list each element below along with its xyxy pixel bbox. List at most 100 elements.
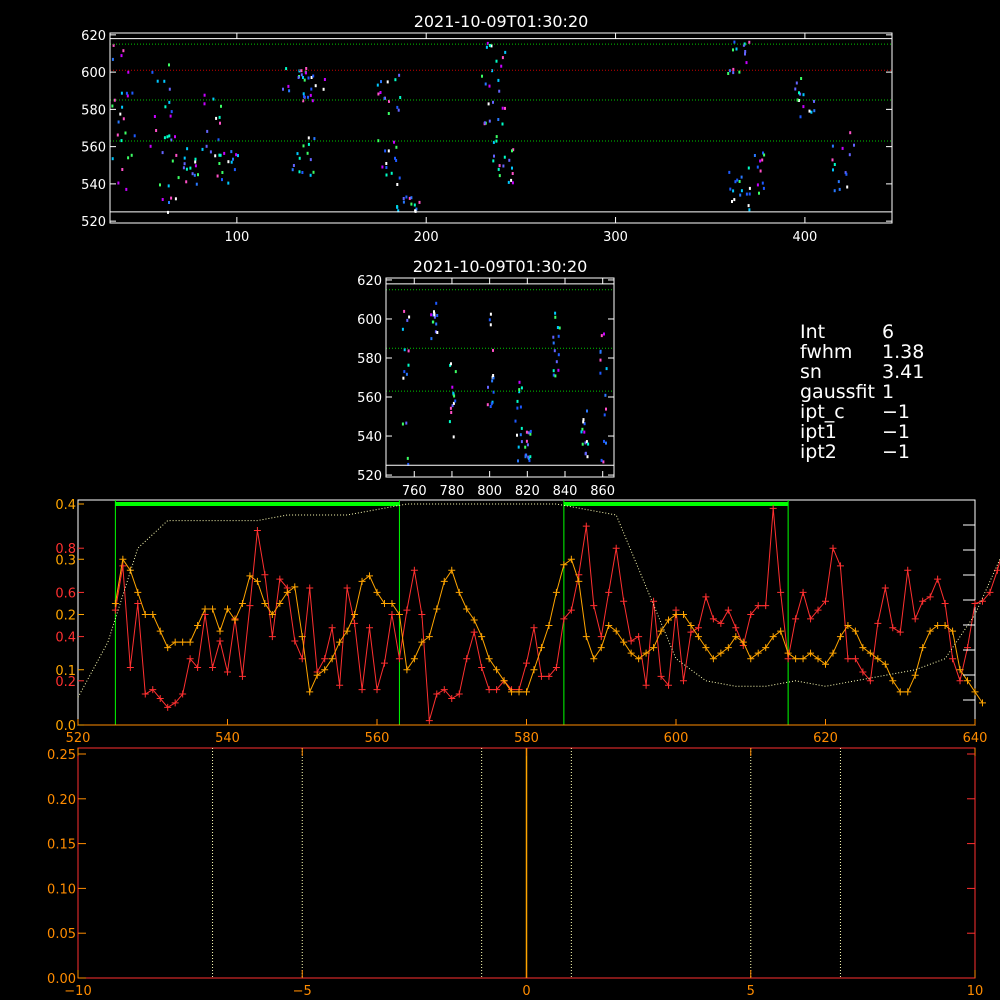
top-speckle-point: [733, 40, 736, 44]
series-1-point: [575, 577, 583, 585]
top-speckle-point: [740, 189, 743, 193]
mid-speckle-point: [406, 318, 409, 322]
mid-speckle-point: [586, 409, 588, 413]
info-value: 3.41: [882, 361, 925, 383]
top-speckle-point: [738, 180, 741, 183]
series-0-point: [336, 681, 344, 689]
top-speckle-point: [174, 197, 177, 201]
mid-speckle-point: [529, 455, 532, 459]
mid-x-tick-label: 780: [440, 484, 465, 499]
series-1-point: [552, 588, 560, 596]
mid-speckle-point: [516, 433, 518, 437]
top-speckle-point: [194, 160, 197, 164]
mid-speckle-point: [435, 322, 438, 326]
series-1-point: [478, 633, 486, 641]
top-speckle-point: [227, 160, 230, 164]
mid-speckle-point: [603, 332, 605, 336]
top-speckle-point: [170, 196, 173, 200]
top-speckle-point: [748, 208, 751, 212]
bottom-y-tick-label: 0.05: [47, 927, 76, 942]
top-speckle-point: [195, 182, 198, 186]
series-0-point: [373, 686, 381, 694]
series-1-point: [448, 566, 456, 574]
series-1-point: [881, 660, 889, 668]
series-0-point: [627, 637, 635, 645]
series-1-point: [455, 588, 463, 596]
top-speckle-point: [307, 95, 309, 99]
top-speckle-point: [402, 200, 405, 204]
top-speckle-point: [377, 92, 380, 96]
top-speckle-point: [307, 136, 310, 140]
top-speckle-point: [501, 106, 504, 110]
series-0-point: [366, 624, 374, 632]
series-0-point: [268, 633, 276, 641]
profile-x-tick-label: 620: [813, 731, 838, 746]
top-speckle-point: [810, 110, 813, 114]
series-0-point: [224, 668, 231, 676]
top-speckle-point: [832, 168, 834, 172]
top-speckle-point: [168, 87, 171, 91]
info-value: −1: [882, 441, 911, 463]
mid-speckle-point: [452, 435, 455, 439]
info-key: sn: [800, 361, 822, 383]
top-speckle-point: [396, 205, 399, 209]
series-1-point: [179, 638, 187, 646]
series-1-point: [687, 622, 695, 630]
mid-speckle-point: [407, 363, 410, 367]
mid-speckle-point: [552, 369, 555, 373]
series-0-point: [253, 527, 261, 535]
info-key: fwhm: [800, 341, 853, 363]
bottom-plot: −10 −5 0 5 100.000.050.100.150.200.25: [47, 747, 984, 999]
top-speckle-point: [218, 162, 221, 165]
top-speckle-point: [397, 108, 400, 112]
mid-speckle-point: [451, 385, 454, 389]
mid-speckle-point: [587, 442, 590, 446]
mid-speckle-point: [552, 335, 555, 339]
mid-speckle-point: [486, 403, 489, 407]
top-speckle-point: [300, 73, 303, 77]
top-speckle-point: [305, 67, 308, 70]
top-speckle-point: [189, 166, 192, 170]
top-y-tick-label: 580: [81, 103, 106, 118]
top-speckle-point: [502, 164, 505, 168]
series-1-point: [672, 611, 680, 618]
series-0-point: [388, 611, 396, 618]
top-speckle-point: [763, 153, 766, 157]
top-speckle-point: [166, 135, 169, 139]
bottom-x-tick-label: 10: [967, 984, 984, 999]
series-0-point: [612, 544, 620, 552]
mid-speckle-point: [557, 368, 560, 372]
mid-speckle-point: [527, 455, 530, 459]
info-key: ipt2: [800, 441, 837, 463]
mid-speckle-point: [524, 445, 527, 449]
series-1-point: [238, 599, 246, 607]
top-speckle-point: [813, 99, 815, 103]
series-0-point: [926, 593, 934, 601]
mid-speckle-point: [528, 459, 531, 463]
top-speckle-point: [740, 175, 743, 179]
mid-speckle-point: [448, 420, 451, 424]
series-0-point: [328, 624, 336, 632]
series-1-point: [440, 577, 448, 585]
top-speckle-point: [396, 183, 399, 186]
top-speckle-point: [233, 168, 236, 172]
top-speckle-point: [402, 197, 405, 200]
top-speckle-point: [385, 173, 388, 177]
series-0-point: [889, 624, 897, 632]
series-1-point: [919, 644, 927, 652]
top-speckle-point: [808, 109, 811, 113]
top-speckle-point: [151, 70, 154, 74]
top-speckle-point: [164, 105, 167, 109]
profile-x-tick-label: 540: [215, 731, 240, 746]
series-1-point: [216, 627, 224, 635]
top-speckle-point: [168, 100, 171, 104]
mid-speckle-point: [605, 441, 607, 445]
top-speckle-point: [833, 189, 836, 193]
top-speckle-point: [837, 180, 840, 184]
top-speckle-point: [845, 172, 848, 176]
top-speckle-point: [237, 154, 239, 158]
series-0-point: [709, 615, 717, 623]
mid-speckle-point: [525, 439, 528, 443]
mid-speckle-point: [402, 376, 405, 380]
top-speckle-point: [511, 149, 513, 153]
